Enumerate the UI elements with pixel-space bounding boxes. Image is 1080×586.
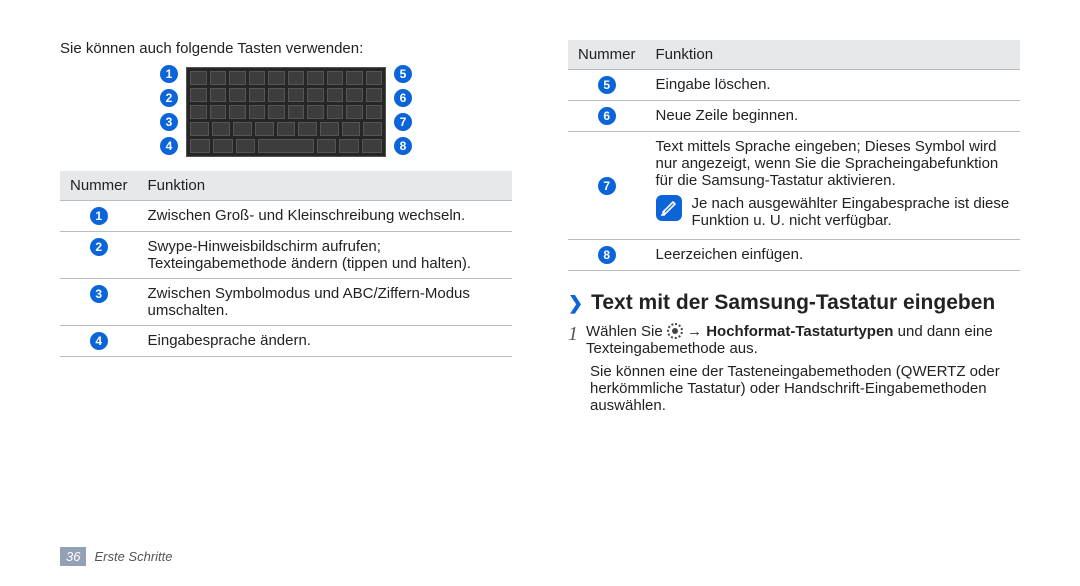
page-footer: 36 Erste Schritte (60, 547, 1020, 566)
th-number: Nummer (60, 171, 138, 201)
table-right: Nummer Funktion 5 Eingabe löschen. 6 Neu… (568, 40, 1020, 271)
callout-6: 6 (394, 89, 412, 107)
table-row: 4 Eingabesprache ändern. (60, 326, 512, 357)
callouts-right: 5 6 7 8 (394, 65, 412, 159)
callout-4: 4 (160, 137, 178, 155)
step-1-explain: Sie können eine der Tasteneingabemethode… (590, 363, 1020, 414)
table-row: 6 Neue Zeile beginnen. (568, 101, 1020, 132)
table-row: 7 Text mittels Sprache eingeben; Dieses … (568, 132, 1020, 240)
callout-3: 3 (160, 113, 178, 131)
callout-8: 8 (394, 137, 412, 155)
callout-7: 7 (394, 113, 412, 131)
table-left: Nummer Funktion 1 Zwischen Groß- und Kle… (60, 171, 512, 357)
table-row: 3 Zwischen Symbolmodus und ABC/Ziffern-M… (60, 279, 512, 326)
table-row: 2 Swype-Hinweisbildschirm aufrufen; Text… (60, 232, 512, 279)
callout-5: 5 (394, 65, 412, 83)
table-row: 5 Eingabe löschen. (568, 70, 1020, 101)
note-block: Je nach ausgewählter Eingabesprache ist … (656, 189, 1010, 233)
left-column: Sie können auch folgende Tasten verwende… (60, 40, 512, 531)
gear-icon (667, 323, 683, 339)
right-column: Nummer Funktion 5 Eingabe löschen. 6 Neu… (568, 40, 1020, 531)
step-number: 1 (568, 323, 578, 357)
keyboard-graphic (186, 67, 386, 157)
table-row: 1 Zwischen Groß- und Kleinschreibung wec… (60, 201, 512, 232)
callout-1: 1 (160, 65, 178, 83)
intro-text: Sie können auch folgende Tasten verwende… (60, 40, 512, 57)
th-number: Nummer (568, 40, 646, 70)
callout-2: 2 (160, 89, 178, 107)
section-heading: ❯ Text mit der Samsung-Tastatur eingeben (568, 291, 1020, 315)
keyboard-figure: 1 2 3 4 5 6 7 8 (60, 65, 512, 159)
step-1: 1 Wählen Sie → Hochformat-Tastaturtypen … (568, 323, 1020, 357)
chevron-icon: ❯ (568, 293, 583, 314)
table-row: 8 Leerzeichen einfügen. (568, 240, 1020, 271)
note-icon (656, 195, 682, 221)
chapter-name: Erste Schritte (94, 549, 172, 564)
page-number: 36 (60, 547, 86, 566)
th-function: Funktion (138, 171, 512, 201)
th-function: Funktion (646, 40, 1020, 70)
callouts-left: 1 2 3 4 (160, 65, 178, 159)
